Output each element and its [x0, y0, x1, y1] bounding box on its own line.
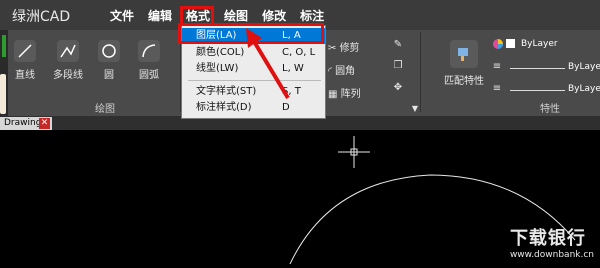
- left-green-marker: [2, 35, 6, 57]
- move-icon: ✥: [393, 82, 403, 93]
- polyline-icon: [57, 40, 79, 62]
- menu-file[interactable]: 文件: [110, 6, 134, 28]
- close-icon[interactable]: ✕: [39, 118, 50, 129]
- line-tool[interactable]: 直线: [10, 40, 40, 81]
- panel-expand-icon[interactable]: ▼: [410, 104, 420, 113]
- arc-tool-label: 圆弧: [139, 70, 159, 81]
- match-properties-icon: [450, 40, 478, 68]
- move-tool[interactable]: ✥: [390, 82, 406, 93]
- circle-tool-label: 圆: [104, 70, 114, 81]
- ribbon-separator: [420, 32, 421, 112]
- trim-tool[interactable]: ✂ 修剪: [328, 39, 388, 54]
- polyline-tool[interactable]: 多段线: [48, 40, 88, 81]
- linetype-value[interactable]: ByLayer: [568, 62, 600, 76]
- array-icon: ▦: [328, 89, 341, 100]
- fillet-icon: ◜: [328, 66, 336, 77]
- match-properties-tool[interactable]: 匹配特性: [436, 40, 492, 87]
- array-tool[interactable]: ▦ 阵列: [328, 85, 388, 100]
- annotation-arrow-icon: [246, 28, 290, 100]
- menu-edit[interactable]: 编辑: [148, 6, 172, 28]
- watermark: 下载银行 www.downbank.cn: [510, 224, 594, 260]
- array-tool-label: 阵列: [340, 89, 361, 100]
- eraser-icon: ✎: [393, 39, 403, 50]
- watermark-main: 下载银行: [509, 228, 586, 249]
- circle-icon: [98, 40, 120, 62]
- dropdown-item-label: 颜色(COL): [196, 47, 245, 58]
- color-swatch: [506, 39, 515, 48]
- erase-tool[interactable]: ✎: [390, 39, 406, 50]
- match-properties-label: 匹配特性: [444, 76, 484, 87]
- circle-tool[interactable]: 圆: [96, 40, 122, 81]
- layer-color-select[interactable]: ByLayer: [506, 39, 558, 53]
- linetype-icon: ≡: [492, 61, 502, 72]
- dropdown-item-label: 线型(LW): [196, 63, 239, 74]
- arc-icon: [138, 40, 160, 62]
- copy-icon: ❐: [393, 60, 403, 71]
- color-wheel-icon[interactable]: [491, 38, 505, 53]
- draw-panel-label: 绘图: [95, 104, 115, 115]
- watermark-sub: www.downbank.cn: [509, 250, 594, 260]
- left-cream-marker: [0, 74, 6, 114]
- lineweight-value[interactable]: ByLayer: [568, 84, 600, 98]
- app-title: 绿洲CAD: [12, 9, 71, 25]
- line-tool-label: 直线: [15, 70, 35, 81]
- polyline-tool-label: 多段线: [53, 70, 83, 81]
- properties-panel-label: 特性: [540, 104, 560, 115]
- lineweight-sample: [510, 90, 565, 91]
- linetype-sample: [510, 68, 565, 69]
- fillet-tool-label: 圆角: [335, 66, 356, 77]
- trim-tool-label: 修剪: [339, 43, 360, 54]
- arc-tool[interactable]: 圆弧: [134, 40, 164, 81]
- scissors-icon: ✂: [328, 43, 340, 54]
- lineweight-icon: ≡: [492, 83, 502, 94]
- copy-tool[interactable]: ❐: [390, 60, 406, 71]
- layer-color-value: ByLayer: [521, 39, 558, 49]
- line-icon: [14, 40, 36, 62]
- fillet-tool[interactable]: ◜ 圆角: [328, 62, 388, 77]
